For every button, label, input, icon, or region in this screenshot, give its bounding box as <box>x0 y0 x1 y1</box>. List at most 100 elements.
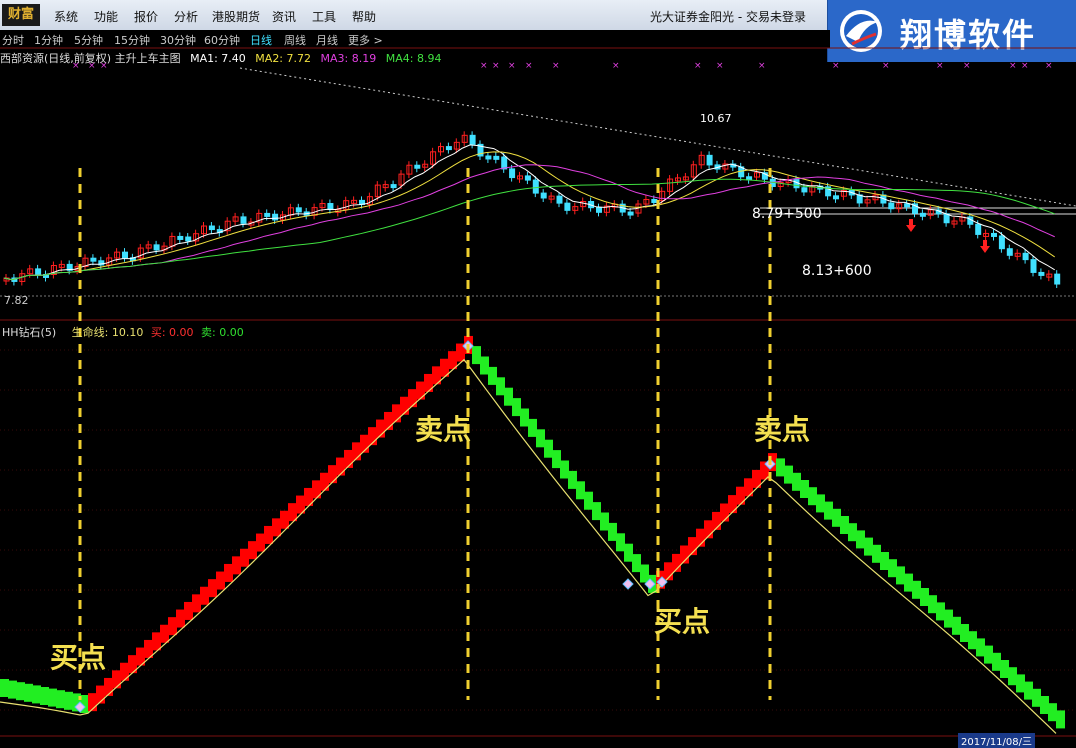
indicator-bar <box>240 548 249 567</box>
buy-arrow-icon <box>906 219 916 232</box>
indicator-bar <box>64 691 73 710</box>
candle-body <box>833 195 839 200</box>
candle-body <box>185 236 192 242</box>
buy-point-label-2: 买点 <box>654 605 711 638</box>
indicator-bar <box>120 662 129 681</box>
candle-body <box>540 192 547 199</box>
signal-marker: × <box>525 61 533 71</box>
signal-marker: × <box>694 61 702 71</box>
diamond-signal-icon <box>622 578 634 590</box>
candle-body <box>509 168 516 179</box>
indicator-bar <box>520 408 529 427</box>
indicator-bar <box>1056 710 1065 729</box>
indicator-bar <box>280 510 289 529</box>
signal-marker: × <box>758 61 766 71</box>
indicator-bar <box>784 465 793 484</box>
signal-marker: × <box>100 61 108 71</box>
candle-body <box>240 216 247 224</box>
candle-body <box>485 155 492 160</box>
signal-marker: × <box>612 61 620 71</box>
indicator-bar <box>48 688 57 707</box>
indicator-bar <box>168 617 177 636</box>
indicator-bar <box>616 533 625 552</box>
indicator-bar <box>0 679 9 697</box>
indicator-header: HH钻石(5) 生命线: 10.10 买: 0.00 卖: 0.00 <box>2 324 244 340</box>
indicator-bar <box>944 609 953 628</box>
candle-body <box>153 244 160 251</box>
candle-body <box>793 179 800 189</box>
candle-body <box>390 184 397 189</box>
indicator-bar <box>1016 674 1025 693</box>
indicator-bar <box>32 685 41 704</box>
indicator-bar <box>504 387 513 406</box>
indicator-bar <box>264 525 273 544</box>
indicator-bar <box>400 396 409 415</box>
signal-marker: × <box>508 61 516 71</box>
indicator-bar <box>816 494 825 513</box>
indicator-bar <box>864 537 873 556</box>
indicator-bar <box>992 652 1001 671</box>
candle-body <box>904 203 911 208</box>
indicator-bar <box>872 544 881 563</box>
indicator-bar <box>544 439 553 458</box>
indicator-bar <box>160 624 169 643</box>
indicator-bar <box>904 573 913 592</box>
indicator-bar <box>640 564 649 583</box>
indicator-bar <box>1024 681 1033 700</box>
low-price-label: 7.82 <box>4 294 29 307</box>
candle-body <box>998 235 1005 250</box>
indicator-bar <box>344 449 353 468</box>
candle-body <box>524 175 531 181</box>
indicator-bar <box>568 470 577 489</box>
sell-point-label-2: 卖点 <box>754 413 811 446</box>
indicator-bar <box>416 381 425 400</box>
candle-body <box>414 164 421 169</box>
indicator-bar <box>1008 667 1017 686</box>
indicator-bar <box>216 571 225 590</box>
indicator-bar <box>408 389 417 408</box>
indicator-bar <box>800 480 809 498</box>
indicator-bar <box>256 533 265 552</box>
candle-body <box>746 176 753 181</box>
level-label-2: 8.13+600 <box>802 263 872 279</box>
candle-body <box>493 155 500 160</box>
signal-marker: × <box>1021 61 1029 71</box>
indicator-bar <box>328 465 337 484</box>
indicator-bar <box>848 523 857 542</box>
indicator-bar <box>56 690 65 709</box>
indicator-bar <box>16 682 25 701</box>
signal-marker: × <box>480 61 488 71</box>
signal-marker: × <box>963 61 971 71</box>
indicator-bar <box>776 458 785 477</box>
indicator-bar <box>928 595 937 614</box>
candle-body <box>1054 273 1061 285</box>
indicator-bar <box>736 486 745 505</box>
candle-body <box>919 212 926 217</box>
candle-body <box>706 154 713 166</box>
candle-body <box>58 263 65 268</box>
sell-point-label: 卖点 <box>415 413 472 446</box>
indicator-bar <box>424 373 433 392</box>
date-label: 2017/11/08/三 <box>958 733 1036 748</box>
candle-body <box>35 268 42 275</box>
indicator-name: HH钻石(5) <box>2 326 57 339</box>
indicator-bar <box>840 516 849 534</box>
candle-body <box>556 195 563 204</box>
signal-marker: × <box>72 61 80 71</box>
indicator-bar <box>1032 688 1041 707</box>
candle-body <box>272 213 279 221</box>
signal-marker: × <box>882 61 890 71</box>
candle-body <box>469 134 476 145</box>
indicator-bar <box>200 586 209 605</box>
candle-body <box>1038 271 1045 276</box>
high-price-label: 10.67 <box>700 112 732 125</box>
candle-body <box>627 211 634 216</box>
candle-body <box>651 198 658 203</box>
indicator-bar <box>192 594 201 613</box>
indicator-bar <box>496 377 505 396</box>
indicator-bar <box>936 602 945 621</box>
sell-value: 卖: 0.00 <box>201 326 244 339</box>
indicator-bar <box>920 588 929 606</box>
chart-canvas[interactable]: × × × × × × × × × × × × × × × × × × × <box>0 0 1076 744</box>
buy-value: 买: 0.00 <box>150 326 194 339</box>
